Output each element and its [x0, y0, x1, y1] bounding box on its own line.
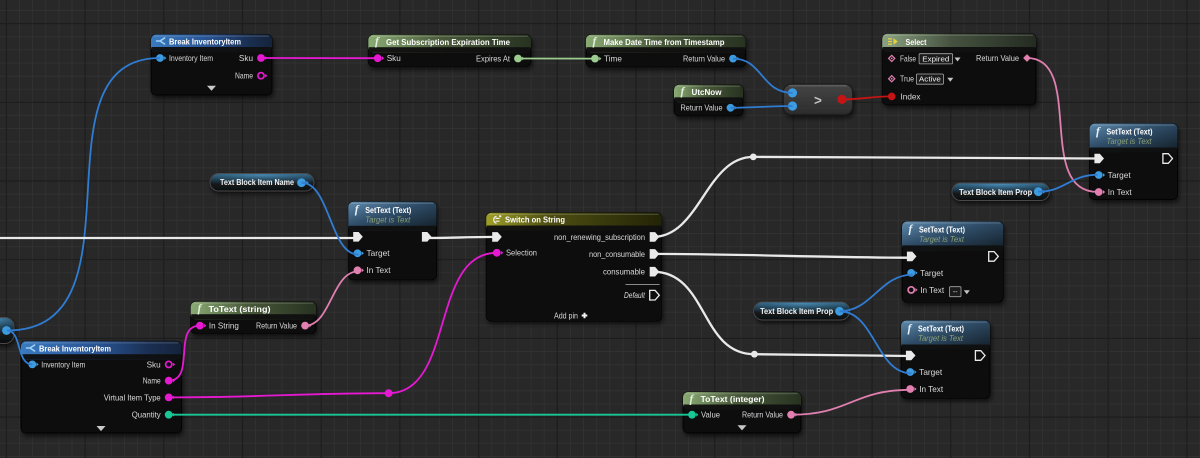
svg-text:ToText (string): ToText (string)	[209, 304, 271, 314]
svg-text:SetText (Text): SetText (Text)	[365, 205, 411, 215]
svg-text:Sku: Sku	[147, 360, 162, 369]
svg-text:SetText (Text): SetText (Text)	[919, 225, 965, 235]
svg-text:Inventory Item: Inventory Item	[169, 54, 213, 63]
svg-text:True: True	[900, 75, 914, 84]
svg-text:ToText (integer): ToText (integer)	[701, 394, 765, 404]
svg-text:non_consumable: non_consumable	[589, 250, 645, 259]
svg-text:In Text: In Text	[367, 266, 392, 275]
svg-text:Default: Default	[624, 291, 646, 300]
svg-text:Expired: Expired	[922, 54, 949, 63]
svg-text:Return Value: Return Value	[976, 54, 1019, 63]
svg-text:False: False	[900, 54, 916, 63]
svg-text:Inventory Item: Inventory Item	[41, 360, 85, 369]
svg-text:Text Block Item Prop: Text Block Item Prop	[760, 307, 833, 316]
svg-text:Time: Time	[604, 55, 622, 64]
svg-text:consumable: consumable	[603, 268, 645, 277]
svg-text:Target: Target	[367, 249, 391, 258]
svg-text:Target is Text: Target is Text	[919, 235, 965, 244]
svg-text:Quantity: Quantity	[132, 411, 162, 420]
svg-text:Break InventoryItem: Break InventoryItem	[169, 37, 241, 47]
svg-text:Break InventoryItem: Break InventoryItem	[39, 344, 111, 354]
svg-text:In Text: In Text	[919, 385, 944, 394]
svg-text:In String: In String	[209, 322, 239, 331]
svg-text:Switch on String: Switch on String	[505, 215, 565, 225]
svg-text:Get Subscription Expiration Ti: Get Subscription Expiration Time	[386, 37, 510, 47]
svg-text:Index: Index	[901, 92, 921, 101]
svg-text:Return Value: Return Value	[681, 104, 723, 113]
svg-text:In Text: In Text	[1108, 188, 1133, 197]
svg-text:Make Date Time from Timestamp: Make Date Time from Timestamp	[604, 37, 725, 47]
svg-text:Expires At: Expires At	[476, 54, 511, 63]
svg-text:--: --	[953, 287, 958, 296]
svg-text:non_renewing_subscription: non_renewing_subscription	[554, 233, 645, 242]
svg-text:Text Block Item Name: Text Block Item Name	[220, 178, 294, 187]
svg-text:In Text: In Text	[920, 286, 945, 295]
svg-text:Target: Target	[919, 368, 943, 377]
svg-text:Name: Name	[143, 377, 161, 386]
svg-text:Selection: Selection	[506, 249, 537, 258]
svg-text:>: >	[814, 93, 822, 108]
svg-text:Target: Target	[1108, 171, 1132, 180]
svg-text:SetText (Text): SetText (Text)	[918, 324, 964, 334]
svg-text:Name: Name	[235, 72, 253, 81]
svg-text:Return Value: Return Value	[742, 411, 783, 420]
svg-text:Add pin: Add pin	[554, 311, 578, 320]
svg-text:Target is Text: Target is Text	[1107, 137, 1153, 146]
svg-text:Select: Select	[906, 37, 927, 47]
svg-text:SetText (Text): SetText (Text)	[1107, 127, 1153, 137]
svg-text:Sku: Sku	[387, 54, 402, 63]
svg-text:Active: Active	[919, 75, 941, 84]
svg-text:Return Value: Return Value	[256, 322, 297, 331]
svg-text:Target: Target	[920, 269, 944, 278]
svg-text:Sku: Sku	[239, 54, 254, 63]
svg-text:Target is Text: Target is Text	[918, 334, 964, 343]
svg-text:Virtual Item Type: Virtual Item Type	[104, 393, 161, 402]
svg-text:UtcNow: UtcNow	[692, 87, 722, 97]
svg-text:Value: Value	[701, 411, 720, 420]
svg-text:Target is Text: Target is Text	[365, 216, 411, 225]
svg-text:Return Value: Return Value	[683, 55, 725, 64]
svg-text:Text Block Item Prop: Text Block Item Prop	[959, 188, 1032, 197]
